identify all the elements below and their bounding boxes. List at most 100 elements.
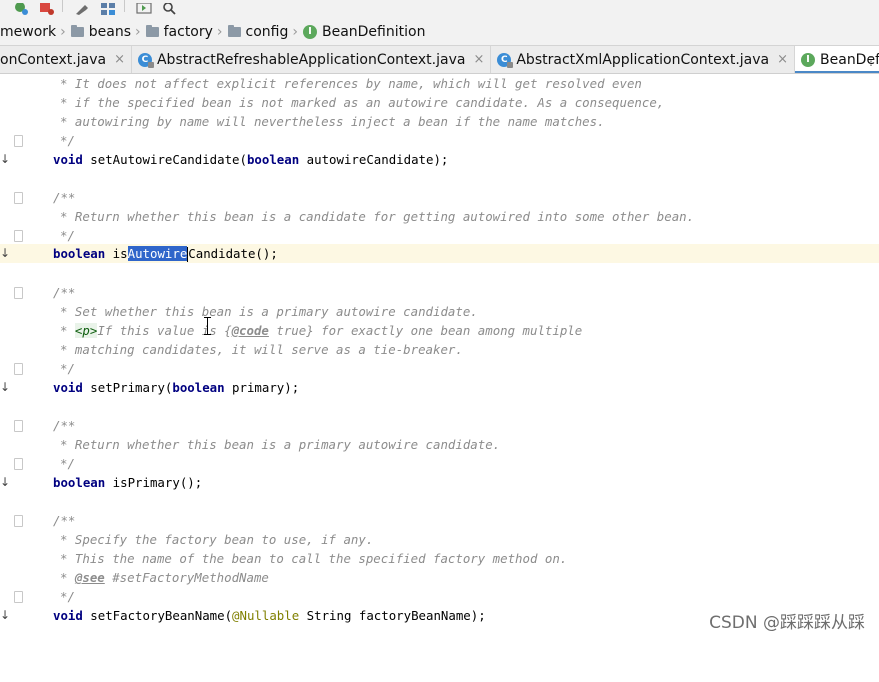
selected-text: Autowire xyxy=(127,246,188,261)
code-line: */ xyxy=(0,454,879,473)
tab-oncontext[interactable]: onContext.java × xyxy=(0,46,132,73)
code-line: ↓ boolean isPrimary(); xyxy=(0,473,879,492)
breadcrumb-label: config xyxy=(245,23,289,40)
code-line: /** xyxy=(0,188,879,207)
mouse-text-cursor-icon xyxy=(204,316,211,336)
fold-marker-icon[interactable] xyxy=(14,420,23,432)
breadcrumb-label: mework xyxy=(0,23,57,40)
implemented-arrow-icon[interactable]: ↓ xyxy=(0,606,10,625)
chevron-right-icon: › xyxy=(292,23,298,40)
breadcrumb-item-beandefinition[interactable]: I BeanDefinition xyxy=(302,18,426,45)
code-line: */ xyxy=(0,359,879,378)
interface-icon: I xyxy=(801,52,816,67)
tab-label: AbstractXmlApplicationContext.java xyxy=(516,51,770,68)
folder-icon xyxy=(227,24,241,37)
fold-marker-icon[interactable] xyxy=(14,515,23,527)
code-line: ↓ void setPrimary(boolean primary); xyxy=(0,378,879,397)
chevron-right-icon: › xyxy=(135,23,141,40)
comment-text: */ xyxy=(60,456,75,471)
implemented-arrow-icon[interactable]: ↓ xyxy=(0,378,10,397)
comment-text: /** xyxy=(53,190,76,205)
code-line: * if the specified bean is not marked as… xyxy=(0,93,879,112)
breadcrumb-label: beans xyxy=(88,23,131,40)
code-line: * <p>If this value is {@code true} for e… xyxy=(0,321,879,340)
html-tag: <p> xyxy=(74,323,98,338)
class-icon: C xyxy=(137,52,154,68)
code-text: boolean isPrimary(); xyxy=(53,475,203,490)
fold-marker-icon[interactable] xyxy=(14,363,23,375)
fold-marker-icon[interactable] xyxy=(14,458,23,470)
comment-text: * It does not affect explicit references… xyxy=(60,76,642,91)
comment-text: * Return whether this bean is a primary … xyxy=(60,437,501,452)
fold-marker-icon[interactable] xyxy=(14,230,23,242)
tab-overflow-icon[interactable]: ⋮ xyxy=(865,54,877,68)
code-line: */ xyxy=(0,131,879,150)
folder-icon xyxy=(70,24,84,37)
code-line: /** xyxy=(0,416,879,435)
breadcrumb-label: BeanDefinition xyxy=(321,23,426,40)
code-editor[interactable]: * It does not affect explicit references… xyxy=(0,74,879,641)
code-line: */ xyxy=(0,226,879,245)
code-line: * autowiring by name will nevertheless i… xyxy=(0,112,879,131)
search-icon[interactable] xyxy=(162,0,178,15)
code-line: * It does not affect explicit references… xyxy=(0,74,879,93)
fold-marker-icon[interactable] xyxy=(14,192,23,204)
tab-abstract-xml[interactable]: C AbstractXmlApplicationContext.java × xyxy=(491,46,796,73)
code-line: ↓ void setAutowireCandidate(boolean auto… xyxy=(0,150,879,169)
code-text: void setPrimary(boolean primary); xyxy=(53,380,300,395)
implemented-arrow-icon[interactable]: ↓ xyxy=(0,473,10,492)
javadoc-tag: @see xyxy=(74,570,105,585)
comment-text: * if the specified bean is not marked as… xyxy=(60,95,665,110)
code-text: boolean isAutowireCandidate(); xyxy=(53,246,278,262)
interface-icon: I xyxy=(302,24,317,39)
fold-marker-icon[interactable] xyxy=(14,591,23,603)
comment-text: * @see #setFactoryMethodName xyxy=(60,570,269,585)
comment-text: /** xyxy=(53,285,76,300)
code-text: void setAutowireCandidate(boolean autowi… xyxy=(53,152,449,167)
toolbar-separator xyxy=(124,0,125,12)
breadcrumb-item-beans[interactable]: beans xyxy=(70,18,131,45)
close-icon[interactable]: × xyxy=(473,52,484,67)
comment-text: * matching candidates, it will serve as … xyxy=(60,342,463,357)
watermark: CSDN @踩踩踩从踩 xyxy=(709,613,865,633)
breadcrumb-item-config[interactable]: config xyxy=(227,18,289,45)
code-line: /** xyxy=(0,511,879,530)
code-line: * @see #setFactoryMethodName xyxy=(0,568,879,587)
implemented-arrow-icon[interactable]: ↓ xyxy=(0,150,10,169)
breadcrumb-item-factory[interactable]: factory xyxy=(145,18,213,45)
editor-tabs: onContext.java × C AbstractRefreshableAp… xyxy=(0,46,879,74)
folder-icon xyxy=(145,24,159,37)
main-toolbar xyxy=(0,0,879,18)
chevron-right-icon: › xyxy=(216,23,223,40)
comment-text: * Return whether this bean is a candidat… xyxy=(60,209,695,224)
code-line: * Specify the factory bean to use, if an… xyxy=(0,530,879,549)
code-line: * matching candidates, it will serve as … xyxy=(0,340,879,359)
code-line: * This the name of the bean to call the … xyxy=(0,549,879,568)
implemented-arrow-icon[interactable]: ↓ xyxy=(0,244,10,263)
run-console-icon[interactable] xyxy=(136,0,152,14)
fold-marker-icon[interactable] xyxy=(14,135,23,147)
project-structure-icon[interactable] xyxy=(100,0,116,15)
comment-text: * autowiring by name will nevertheless i… xyxy=(60,114,605,129)
code-line: * Return whether this bean is a primary … xyxy=(0,435,879,454)
comment-text: * <p>If this value is {@code true} for e… xyxy=(60,323,583,338)
tab-abstract-refreshable[interactable]: C AbstractRefreshableApplicationContext.… xyxy=(132,46,492,73)
code-line: * Return whether this bean is a candidat… xyxy=(0,207,879,226)
javadoc-tag: @code xyxy=(231,323,269,338)
annotation: @Nullable xyxy=(232,608,300,623)
breadcrumb-item-framework[interactable]: mework xyxy=(0,18,56,45)
class-icon: C xyxy=(497,52,514,68)
comment-text: * Specify the factory bean to use, if an… xyxy=(60,532,374,547)
code-line: */ xyxy=(0,587,879,606)
toolbar-separator xyxy=(62,0,63,12)
stop-icon[interactable] xyxy=(38,0,54,15)
debug-icon[interactable] xyxy=(12,0,28,15)
close-icon[interactable]: × xyxy=(777,52,788,67)
tab-label: AbstractRefreshableApplicationContext.ja… xyxy=(156,51,466,68)
fold-marker-icon[interactable] xyxy=(14,287,23,299)
wrench-icon[interactable] xyxy=(74,0,90,15)
comment-text: * Set whether this bean is a primary aut… xyxy=(60,304,478,319)
close-icon[interactable]: × xyxy=(114,52,125,67)
code-text: void setFactoryBeanName(@Nullable String… xyxy=(53,608,486,623)
comment-text: /** xyxy=(53,513,76,528)
